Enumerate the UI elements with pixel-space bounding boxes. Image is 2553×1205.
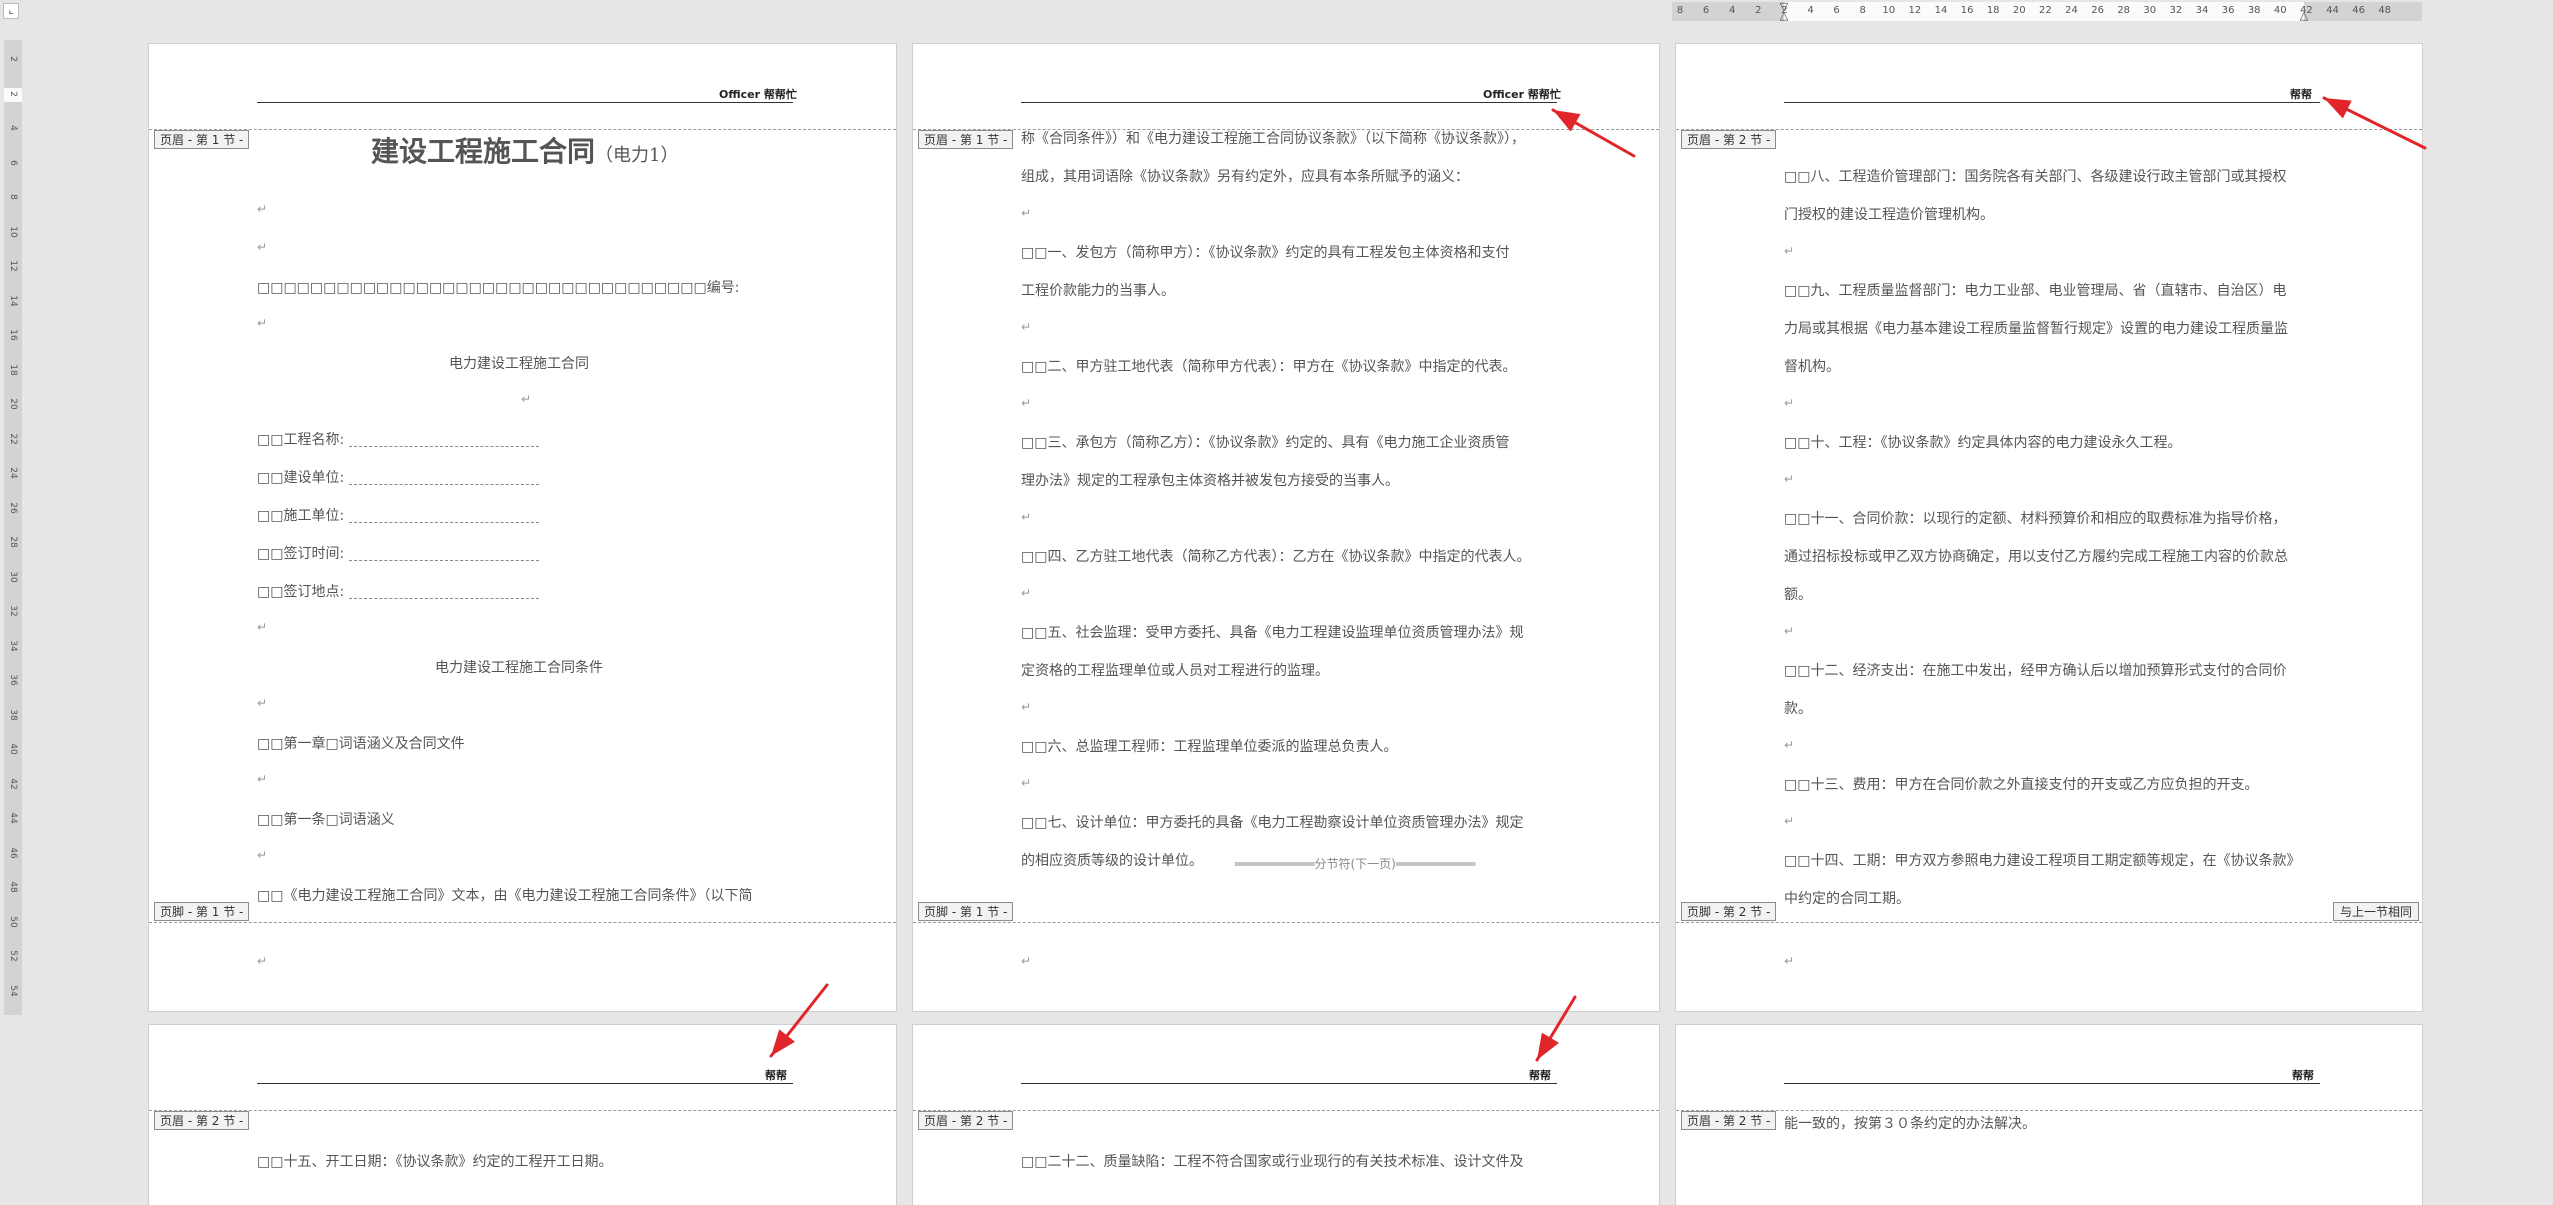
annotation-arrowhead [1553,110,1581,132]
annotation-arrows [769,96,2427,1062]
annotation-arrowhead [771,1029,795,1056]
annotation-arrowhead [2324,98,2352,119]
annotation-arrowhead [1537,1032,1559,1060]
